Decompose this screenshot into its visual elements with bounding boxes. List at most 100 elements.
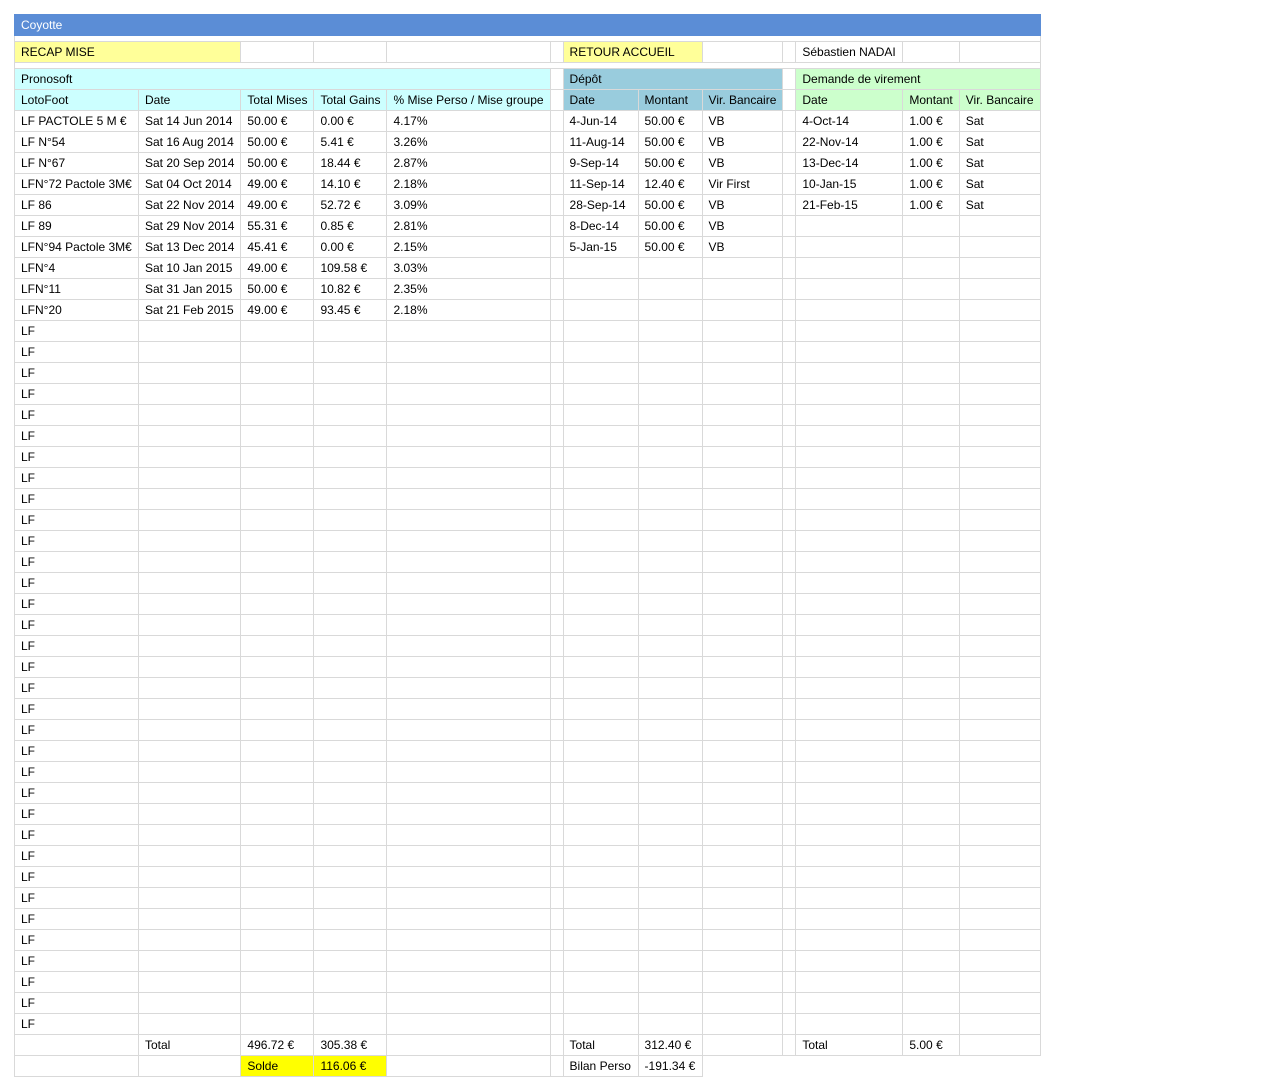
depot-cell[interactable] — [701, 278, 784, 300]
pronosoft-cell[interactable]: Sat 29 Nov 2014 — [137, 215, 242, 237]
depot-cell[interactable] — [637, 1013, 703, 1035]
pronosoft-cell[interactable] — [240, 530, 315, 552]
virement-cell[interactable] — [958, 551, 1041, 573]
pronosoft-cell[interactable]: 50.00 € — [240, 152, 315, 174]
virement-cell[interactable]: Sat — [958, 110, 1041, 132]
pronosoft-cell[interactable]: LF — [14, 656, 139, 678]
pronosoft-cell[interactable]: 3.09% — [386, 194, 551, 216]
pronosoft-cell[interactable]: LFN°20 — [14, 299, 139, 321]
pronosoft-cell[interactable] — [313, 362, 388, 384]
empty-cell[interactable] — [386, 1034, 551, 1056]
pronosoft-cell[interactable]: LFN°94 Pactole 3M€ — [14, 236, 139, 258]
pronosoft-cell[interactable]: 55.31 € — [240, 215, 315, 237]
pronosoft-cell[interactable] — [240, 1013, 315, 1035]
pronosoft-cell[interactable] — [137, 593, 242, 615]
pronosoft-cell[interactable]: Sat 20 Sep 2014 — [137, 152, 242, 174]
virement-cell[interactable] — [795, 698, 904, 720]
virement-cell[interactable] — [958, 530, 1041, 552]
virement-cell[interactable] — [902, 761, 960, 783]
virement-cell[interactable] — [795, 467, 904, 489]
virement-cell[interactable] — [958, 992, 1041, 1014]
pronosoft-cell[interactable]: LF — [14, 719, 139, 741]
depot-cell[interactable]: Vir First — [701, 173, 784, 195]
pronosoft-cell[interactable] — [313, 656, 388, 678]
pronosoft-cell[interactable] — [386, 761, 551, 783]
pronosoft-cell[interactable]: LF — [14, 509, 139, 531]
depot-cell[interactable] — [701, 740, 784, 762]
pronosoft-cell[interactable] — [240, 992, 315, 1014]
pronosoft-cell[interactable]: LF — [14, 782, 139, 804]
virement-cell[interactable] — [958, 278, 1041, 300]
pronosoft-cell[interactable]: LF — [14, 1013, 139, 1035]
depot-total-montant[interactable]: 312.40 € — [637, 1034, 703, 1056]
pronosoft-cell[interactable] — [137, 908, 242, 930]
pronosoft-cell[interactable] — [137, 404, 242, 426]
depot-cell[interactable] — [637, 404, 703, 426]
virement-cell[interactable] — [795, 908, 904, 930]
depot-cell[interactable]: 9-Sep-14 — [562, 152, 639, 174]
pronosoft-cell[interactable] — [240, 740, 315, 762]
depot-cell[interactable] — [562, 530, 639, 552]
depot-cell[interactable] — [562, 362, 639, 384]
virement-cell[interactable] — [795, 824, 904, 846]
depot-cell[interactable] — [701, 908, 784, 930]
virement-cell[interactable] — [958, 236, 1041, 258]
depot-cell[interactable] — [637, 614, 703, 636]
virement-cell[interactable]: 22-Nov-14 — [795, 131, 904, 153]
depot-cell[interactable]: 50.00 € — [637, 194, 703, 216]
virement-cell[interactable]: 21-Feb-15 — [795, 194, 904, 216]
pronosoft-cell[interactable] — [240, 971, 315, 993]
pronosoft-cell[interactable]: LF — [14, 320, 139, 342]
depot-cell[interactable] — [701, 257, 784, 279]
pronosoft-cell[interactable]: 0.00 € — [313, 110, 388, 132]
virement-cell[interactable] — [902, 341, 960, 363]
depot-cell[interactable] — [701, 572, 784, 594]
pronosoft-cell[interactable] — [313, 929, 388, 951]
depot-cell[interactable] — [562, 824, 639, 846]
virement-cell[interactable]: 1.00 € — [902, 194, 960, 216]
depot-cell[interactable] — [701, 488, 784, 510]
depot-cell[interactable]: 50.00 € — [637, 152, 703, 174]
virement-cell[interactable] — [795, 404, 904, 426]
pronosoft-cell[interactable] — [240, 320, 315, 342]
pronosoft-cell[interactable]: Sat 10 Jan 2015 — [137, 257, 242, 279]
virement-cell[interactable] — [958, 824, 1041, 846]
pronosoft-cell[interactable]: Sat 31 Jan 2015 — [137, 278, 242, 300]
virement-cell[interactable] — [902, 278, 960, 300]
depot-cell[interactable] — [637, 425, 703, 447]
virement-cell[interactable] — [902, 908, 960, 930]
pronosoft-cell[interactable]: 3.03% — [386, 257, 551, 279]
virement-cell[interactable] — [958, 509, 1041, 531]
depot-cell[interactable] — [701, 341, 784, 363]
pronosoft-cell[interactable] — [313, 551, 388, 573]
bilan-perso-label[interactable]: Bilan Perso — [562, 1055, 639, 1077]
depot-cell[interactable] — [701, 866, 784, 888]
depot-cell[interactable] — [562, 509, 639, 531]
pronosoft-cell[interactable]: Sat 04 Oct 2014 — [137, 173, 242, 195]
depot-cell[interactable] — [701, 530, 784, 552]
virement-cell[interactable] — [958, 950, 1041, 972]
pronosoft-cell[interactable]: LF — [14, 740, 139, 762]
depot-cell[interactable] — [701, 719, 784, 741]
pronosoft-cell[interactable] — [386, 593, 551, 615]
pronosoft-cell[interactable]: LFN°11 — [14, 278, 139, 300]
pronosoft-cell[interactable] — [386, 950, 551, 972]
virement-cell[interactable] — [902, 950, 960, 972]
depot-cell[interactable] — [637, 278, 703, 300]
pronosoft-cell[interactable] — [386, 425, 551, 447]
bilan-perso-value[interactable]: -191.34 € — [637, 1055, 703, 1077]
virement-cell[interactable] — [795, 425, 904, 447]
depot-cell[interactable]: 28-Sep-14 — [562, 194, 639, 216]
virement-cell[interactable] — [958, 761, 1041, 783]
depot-cell[interactable] — [562, 698, 639, 720]
virement-cell[interactable]: Sat — [958, 173, 1041, 195]
virement-cell[interactable] — [795, 1013, 904, 1035]
depot-cell[interactable] — [637, 593, 703, 615]
pronosoft-cell[interactable]: 45.41 € — [240, 236, 315, 258]
pronosoft-cell[interactable] — [386, 740, 551, 762]
pronosoft-cell[interactable]: 2.87% — [386, 152, 551, 174]
virement-cell[interactable] — [795, 635, 904, 657]
pronosoft-cell[interactable]: Sat 22 Nov 2014 — [137, 194, 242, 216]
pronosoft-cell[interactable] — [137, 341, 242, 363]
pronosoft-cell[interactable] — [137, 551, 242, 573]
